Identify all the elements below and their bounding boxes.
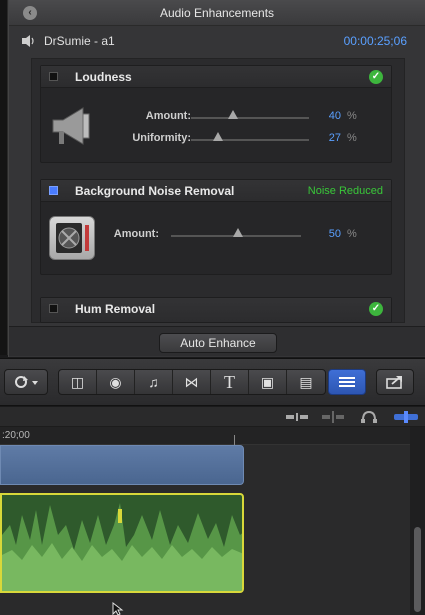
auto-enhance-bar: Auto Enhance <box>9 326 425 356</box>
loudness-uniformity-unit: % <box>347 132 357 144</box>
panel-title: Audio Enhancements <box>159 6 275 20</box>
clip-name: DrSumie - a1 <box>44 34 115 48</box>
clip-timecode: 00:00:25;06 <box>343 34 407 48</box>
clip-info-row: DrSumie - a1 00:00:25;06 <box>9 27 425 55</box>
left-edge <box>0 0 8 355</box>
check-icon: ✓ <box>369 302 383 316</box>
auto-enhance-button[interactable]: Auto Enhance <box>159 333 277 353</box>
panel-titlebar: ‹ Audio Enhancements <box>9 0 425 26</box>
loudness-amount-value[interactable]: 40 <box>313 110 341 122</box>
loudness-amount-slider[interactable] <box>191 117 309 119</box>
noise-amount-value[interactable]: 50 <box>313 228 341 240</box>
noise-removal-section: Background Noise Removal Noise Reduced A… <box>40 179 392 275</box>
tool-select-button[interactable] <box>4 369 48 395</box>
loudness-amount-thumb[interactable] <box>228 110 238 119</box>
main-toolbar: ◫ ◉ ♫ ⋈ T ▣ ▤ <box>0 358 425 406</box>
hum-removal-toggle[interactable] <box>49 304 58 313</box>
camera-icon[interactable]: ◉ <box>97 370 135 394</box>
loudness-amount-label: Amount: <box>145 110 191 122</box>
video-clip[interactable] <box>0 445 244 485</box>
hum-removal-header: Hum Removal ✓ <box>41 298 391 322</box>
speaker-icon <box>22 35 34 47</box>
share-icon <box>386 376 402 389</box>
hum-removal-title: Hum Removal <box>75 302 156 316</box>
timeline-header <box>0 407 425 427</box>
scrollbar-thumb[interactable] <box>414 527 421 612</box>
loudness-uniformity-thumb[interactable] <box>213 132 223 141</box>
check-icon: ✓ <box>369 70 383 84</box>
noise-amount-thumb[interactable] <box>233 228 243 237</box>
clip-appearance-icon[interactable] <box>286 411 308 423</box>
enhancements-content: Loudness ✓ Amount: 40 % Uniformity: 27 % <box>31 58 405 323</box>
noise-status: Noise Reduced <box>307 185 383 197</box>
audio-enhancements-panel: ‹ Audio Enhancements DrSumie - a1 00:00:… <box>8 0 425 357</box>
loudness-header: Loudness ✓ <box>41 66 391 88</box>
loudness-title: Loudness <box>75 70 132 84</box>
retime-icon <box>15 376 38 388</box>
loudness-toggle[interactable] <box>49 72 58 81</box>
share-button[interactable] <box>376 369 414 395</box>
timeline-scrollbar[interactable] <box>410 427 425 615</box>
megaphone-icon <box>52 107 90 145</box>
loudness-section: Loudness ✓ Amount: 40 % Uniformity: 27 % <box>40 65 392 163</box>
hum-removal-section: Hum Removal ✓ <box>40 297 392 323</box>
themes-icon[interactable]: ▤ <box>287 370 325 394</box>
inspector-button[interactable] <box>328 369 366 395</box>
noise-removal-toggle[interactable] <box>49 186 58 195</box>
mouse-cursor-icon <box>112 602 124 615</box>
noise-removal-title: Background Noise Removal <box>75 184 235 198</box>
loudness-uniformity-label: Uniformity: <box>132 132 191 144</box>
snapping-icon[interactable] <box>394 411 418 423</box>
loudness-uniformity-value[interactable]: 27 <box>313 132 341 144</box>
browser-toolbar-group: ◫ ◉ ♫ ⋈ T ▣ ▤ <box>58 369 326 395</box>
skimming-icon[interactable] <box>322 411 344 423</box>
titles-icon[interactable]: T <box>211 370 249 394</box>
headphones-icon[interactable] <box>360 410 378 424</box>
audio-clip[interactable] <box>0 493 244 593</box>
timeline-area[interactable] <box>0 445 410 615</box>
noise-amount-label: Amount: <box>113 228 159 240</box>
clips-icon[interactable]: ◫ <box>59 370 97 394</box>
ruler-tick <box>234 435 235 445</box>
audio-waveform <box>2 503 242 591</box>
noise-amount-unit: % <box>347 228 357 240</box>
noise-removal-header: Background Noise Removal Noise Reduced <box>41 180 391 202</box>
generators-icon[interactable]: ▣ <box>249 370 287 394</box>
timeline-ruler[interactable]: :20;00 <box>0 427 410 445</box>
ruler-timecode: :20;00 <box>2 430 30 441</box>
loudness-amount-unit: % <box>347 110 357 122</box>
inspector-icon <box>339 377 355 387</box>
loudness-uniformity-slider[interactable] <box>191 139 309 141</box>
music-icon[interactable]: ♫ <box>135 370 173 394</box>
transitions-icon[interactable]: ⋈ <box>173 370 211 394</box>
